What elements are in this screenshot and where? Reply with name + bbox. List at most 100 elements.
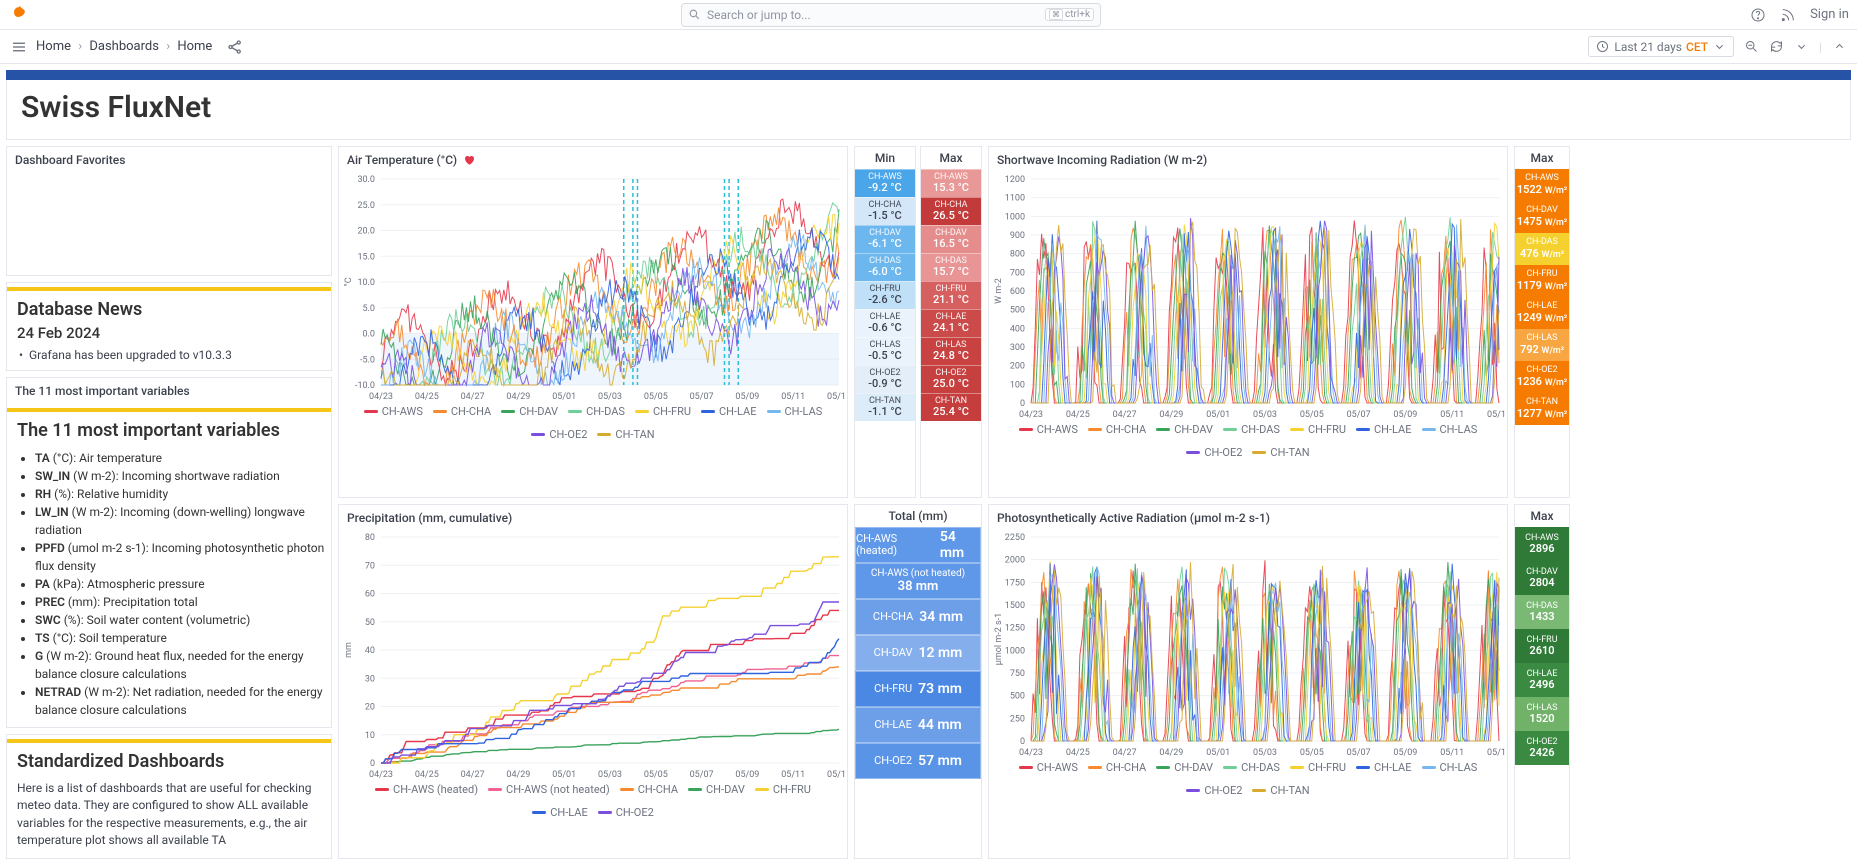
svg-text:05/11: 05/11 xyxy=(781,392,805,402)
svg-text:05/07: 05/07 xyxy=(690,392,714,402)
legend-item[interactable]: CH-DAS xyxy=(568,405,625,418)
header-ribbon xyxy=(6,70,1851,80)
legend-item[interactable]: CH-DAV xyxy=(501,405,558,418)
stat-cell: CH-OE21236 W/m² xyxy=(1515,361,1569,393)
legend-item[interactable]: CH-AWS xyxy=(364,405,423,418)
legend-item[interactable]: CH-AWS (heated) xyxy=(375,783,478,796)
svg-text:0: 0 xyxy=(1020,737,1025,747)
chevron-down-icon[interactable] xyxy=(1794,39,1809,54)
global-search-input[interactable]: Search or jump to... ⌘ctrl+k xyxy=(681,3,1101,27)
legend-item[interactable]: CH-FRU xyxy=(635,405,691,418)
svg-text:-10.0: -10.0 xyxy=(355,381,375,391)
legend-item[interactable]: CH-AWS xyxy=(1019,423,1078,436)
legend-item[interactable]: CH-CHA xyxy=(1088,761,1146,774)
time-range-picker[interactable]: Last 21 days CET xyxy=(1588,36,1734,57)
zoom-out-icon[interactable] xyxy=(1744,39,1759,54)
svg-text:600: 600 xyxy=(1010,287,1025,297)
rss-icon[interactable] xyxy=(1780,7,1796,23)
legend-item[interactable]: CH-LAE xyxy=(532,806,588,819)
svg-text:2000: 2000 xyxy=(1005,556,1025,566)
crumb-current[interactable]: Home xyxy=(177,39,212,54)
legend-item[interactable]: CH-DAV xyxy=(1156,423,1213,436)
crumb-dashboards[interactable]: Dashboards xyxy=(89,39,159,54)
refresh-icon[interactable] xyxy=(1769,39,1784,54)
svg-text:05/01: 05/01 xyxy=(552,392,576,402)
legend-item[interactable]: CH-DAV xyxy=(688,783,745,796)
heart-icon[interactable] xyxy=(463,154,475,166)
legend-item[interactable]: CH-OE2 xyxy=(1186,784,1242,797)
legend-item[interactable]: CH-DAV xyxy=(1156,761,1213,774)
signin-link[interactable]: Sign in xyxy=(1810,7,1849,22)
svg-text:05/13: 05/13 xyxy=(827,392,845,402)
legend-item[interactable]: CH-LAS xyxy=(1422,761,1478,774)
svg-text:1100: 1100 xyxy=(1005,194,1025,204)
legend-item[interactable]: CH-FRU xyxy=(1290,761,1346,774)
crumb-home[interactable]: Home xyxy=(36,39,71,54)
legend-item[interactable]: CH-TAN xyxy=(1252,446,1309,459)
stat-cell: CH-TAN25.4 °C xyxy=(921,393,981,421)
legend-item[interactable]: CH-TAN xyxy=(1252,784,1309,797)
legend-item[interactable]: CH-CHA xyxy=(1088,423,1146,436)
variable-item: TS (°C): Soil temperature xyxy=(35,629,331,647)
legend-item[interactable]: CH-FRU xyxy=(755,783,811,796)
svg-text:04/27: 04/27 xyxy=(461,770,485,780)
legend-item[interactable]: CH-DAS xyxy=(1223,423,1280,436)
svg-text:05/09: 05/09 xyxy=(1393,410,1417,420)
legend-item[interactable]: CH-AWS xyxy=(1019,761,1078,774)
legend-item[interactable]: CH-LAE xyxy=(1356,423,1412,436)
legend-item[interactable]: CH-CHA xyxy=(620,783,678,796)
variable-item: LW_IN (W m-2): Incoming (down-welling) l… xyxy=(35,503,331,539)
grafana-logo-icon[interactable] xyxy=(8,3,32,27)
svg-text:100: 100 xyxy=(1010,380,1025,390)
svg-text:04/25: 04/25 xyxy=(415,392,439,402)
svg-text:0: 0 xyxy=(1020,399,1025,409)
legend-item[interactable]: CH-LAS xyxy=(767,405,823,418)
svg-text:04/23: 04/23 xyxy=(369,392,393,402)
legend-item[interactable]: CH-AWS (not heated) xyxy=(488,783,610,796)
stat-cell: CH-DAV2804 xyxy=(1515,561,1569,595)
help-icon[interactable] xyxy=(1750,7,1766,23)
svg-text:04/27: 04/27 xyxy=(1113,748,1137,758)
legend-item[interactable]: CH-DAS xyxy=(1223,761,1280,774)
stat-cell: CH-DAV-6.1 °C xyxy=(855,225,915,253)
svg-text:900: 900 xyxy=(1010,231,1025,241)
svg-text:05/09: 05/09 xyxy=(735,392,759,402)
legend-item[interactable]: CH-CHA xyxy=(433,405,491,418)
svg-text:0: 0 xyxy=(370,759,375,769)
legend-item[interactable]: CH-LAE xyxy=(1356,761,1412,774)
stat-cell: CH-DAV1475 W/m² xyxy=(1515,201,1569,233)
svg-text:04/29: 04/29 xyxy=(1159,748,1183,758)
svg-text:04/25: 04/25 xyxy=(1066,410,1090,420)
legend-item[interactable]: CH-FRU xyxy=(1290,423,1346,436)
legend-item[interactable]: CH-LAS xyxy=(1422,423,1478,436)
svg-text:750: 750 xyxy=(1010,669,1025,679)
svg-text:30: 30 xyxy=(365,675,375,685)
svg-text:10.0: 10.0 xyxy=(357,278,375,288)
legend-item[interactable]: CH-OE2 xyxy=(598,806,654,819)
variable-item: TA (°C): Air temperature xyxy=(35,449,331,467)
legend-item[interactable]: CH-OE2 xyxy=(1186,446,1242,459)
svg-text:800: 800 xyxy=(1010,250,1025,260)
variable-item: G (W m-2): Ground heat flux, needed for … xyxy=(35,647,331,683)
svg-text:05/05: 05/05 xyxy=(1300,748,1324,758)
stat-cell: CH-DAS-6.0 °C xyxy=(855,253,915,281)
stat-cell: CH-AWS-9.2 °C xyxy=(855,169,915,197)
stat-cell: CH-OE257 mm xyxy=(855,743,981,779)
legend-item[interactable]: CH-TAN xyxy=(597,428,654,441)
legend-item[interactable]: CH-LAE xyxy=(701,405,757,418)
svg-text:04/25: 04/25 xyxy=(415,770,439,780)
chevron-up-icon[interactable] xyxy=(1832,39,1847,54)
svg-text:µmol m-2 s-1: µmol m-2 s-1 xyxy=(994,613,1004,665)
stat-cell: CH-DAS476 W/m² xyxy=(1515,233,1569,265)
svg-text:05/07: 05/07 xyxy=(690,770,714,780)
stat-cell: CH-AWS15.3 °C xyxy=(921,169,981,197)
par-panel: Photosynthetically Active Radiation (µmo… xyxy=(988,504,1508,858)
legend-item[interactable]: CH-OE2 xyxy=(531,428,587,441)
stat-cell: CH-LAE44 mm xyxy=(855,707,981,743)
menu-icon[interactable] xyxy=(10,38,28,56)
svg-text:0.0: 0.0 xyxy=(363,330,376,340)
svg-text:05/03: 05/03 xyxy=(1253,748,1277,758)
precip-panel: Precipitation (mm, cumulative) 010203040… xyxy=(338,504,848,858)
sw-max-panel: Max CH-AWS1522 W/m²CH-DAV1475 W/m²CH-DAS… xyxy=(1514,146,1570,498)
share-icon[interactable] xyxy=(226,38,244,56)
